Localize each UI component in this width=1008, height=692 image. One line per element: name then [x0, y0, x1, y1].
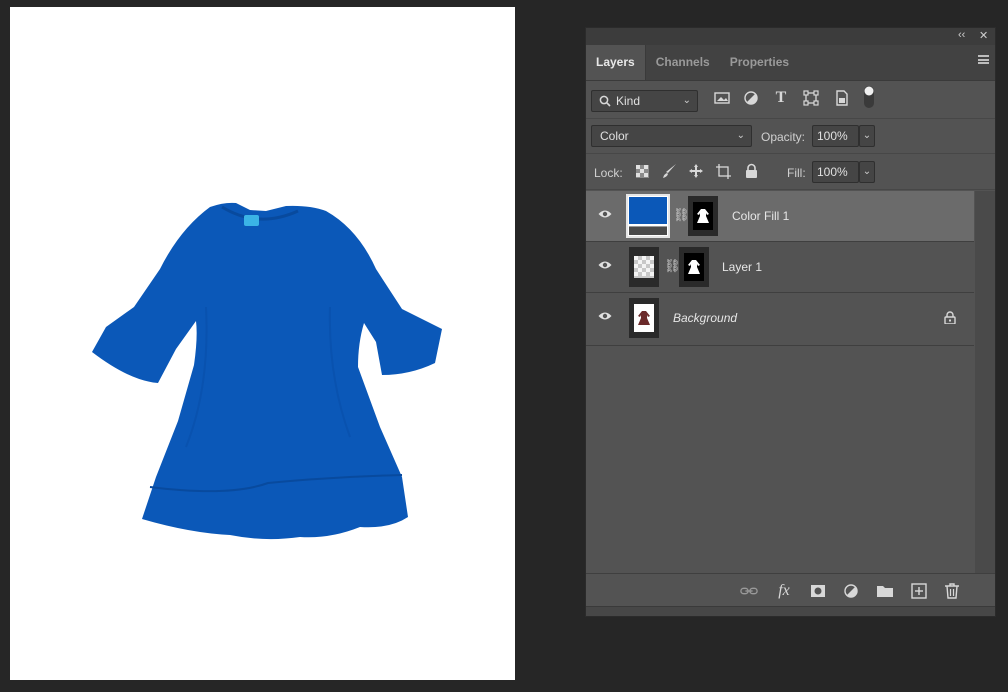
layers-scrollbar[interactable]	[975, 191, 995, 575]
dress-tag	[244, 215, 259, 226]
collapse-panel-button[interactable]: ‹‹	[958, 29, 965, 41]
layers-panel: ‹‹ ✕ Layers Channels Properties Kind ⌄ T	[585, 27, 996, 617]
background-thumbnail[interactable]	[629, 298, 659, 338]
lock-all-icon[interactable]	[745, 163, 758, 179]
opacity-label: Opacity:	[761, 130, 806, 144]
transparency-checker-icon	[634, 256, 654, 278]
layers-bottom-toolbar: fx	[586, 573, 995, 606]
layer-lock-icon[interactable]	[944, 311, 956, 324]
filter-row: Kind ⌄ T	[586, 81, 995, 119]
layer-mask-thumbnail[interactable]	[688, 196, 718, 236]
layers-list: ⛓ Color Fill 1 ⛓ Layer 1 Background	[586, 191, 974, 575]
image-filter-icon[interactable]	[713, 89, 731, 107]
type-filter-icon[interactable]: T	[772, 89, 790, 107]
shape-filter-icon[interactable]	[802, 89, 820, 107]
chevron-down-icon: ⌄	[682, 95, 691, 106]
link-layers-icon[interactable]	[740, 582, 758, 600]
lock-transparent-pixels-icon[interactable]	[636, 165, 649, 178]
adjustment-layer-icon[interactable]	[842, 582, 860, 600]
lock-position-icon[interactable]	[688, 163, 704, 179]
fill-label: Fill:	[787, 166, 806, 180]
opacity-input[interactable]: 100%	[812, 125, 859, 147]
layer-name[interactable]: Layer 1	[722, 260, 762, 274]
fx-icon[interactable]: fx	[775, 582, 793, 600]
layer-row-background[interactable]: Background	[586, 293, 974, 346]
add-mask-icon[interactable]	[809, 582, 827, 600]
fill-thumb-bar	[629, 226, 667, 235]
fill-dropdown-button[interactable]: ⌄	[859, 161, 875, 183]
fill-value: 100%	[817, 165, 848, 179]
document-canvas[interactable]	[10, 7, 515, 680]
color-fill-thumbnail[interactable]	[626, 194, 670, 238]
layer-mask-thumbnail[interactable]	[679, 247, 709, 287]
dress-mask-icon	[688, 260, 700, 274]
new-layer-icon[interactable]	[910, 582, 928, 600]
search-icon	[599, 95, 611, 107]
close-panel-button[interactable]: ✕	[979, 29, 988, 42]
trash-icon[interactable]	[943, 582, 961, 600]
blend-row: Color ⌄ Opacity: 100% ⌄	[586, 119, 995, 154]
opacity-dropdown-button[interactable]: ⌄	[859, 125, 875, 147]
lock-label: Lock:	[594, 166, 623, 180]
panel-resize-grip[interactable]	[586, 606, 995, 616]
panel-titlebar: ‹‹ ✕	[586, 28, 995, 45]
panel-menu-icon[interactable]	[978, 55, 989, 64]
opacity-value: 100%	[817, 129, 848, 143]
visibility-eye-icon[interactable]	[598, 311, 612, 321]
visibility-eye-icon[interactable]	[598, 260, 612, 270]
filter-toggle-switch[interactable]	[863, 85, 875, 109]
panel-tabs: Layers Channels Properties	[586, 45, 995, 81]
filter-kind-dropdown[interactable]: Kind ⌄	[591, 90, 698, 112]
tab-channels[interactable]: Channels	[646, 45, 720, 80]
fill-color-swatch	[629, 197, 667, 224]
adjustment-filter-icon[interactable]	[742, 89, 760, 107]
dress-preview-icon	[638, 311, 650, 325]
tab-layers[interactable]: Layers	[586, 45, 646, 80]
lock-artboard-icon[interactable]	[715, 163, 732, 180]
lock-row: Lock: Fill: 100% ⌄	[586, 154, 995, 190]
layer-name[interactable]: Color Fill 1	[732, 209, 789, 223]
layer-row-layer-1[interactable]: ⛓ Layer 1	[586, 242, 974, 293]
layer-name[interactable]: Background	[673, 311, 737, 325]
lock-image-pixels-icon[interactable]	[662, 163, 678, 179]
smart-object-filter-icon[interactable]	[833, 89, 851, 107]
chevron-down-icon: ⌄	[736, 130, 745, 141]
visibility-eye-icon[interactable]	[598, 209, 612, 219]
filter-kind-label: Kind	[616, 94, 641, 108]
layer-row-color-fill-1[interactable]: ⛓ Color Fill 1	[586, 191, 974, 242]
group-folder-icon[interactable]	[876, 582, 894, 600]
dress-image	[92, 202, 442, 540]
blend-mode-dropdown[interactable]: Color ⌄	[591, 125, 752, 147]
layer-thumbnail[interactable]	[629, 247, 659, 287]
fill-input[interactable]: 100%	[812, 161, 859, 183]
blend-mode-value: Color	[600, 129, 629, 143]
dress-mask-icon	[697, 209, 709, 223]
tab-properties[interactable]: Properties	[720, 45, 799, 80]
fx-label: fx	[778, 582, 790, 599]
